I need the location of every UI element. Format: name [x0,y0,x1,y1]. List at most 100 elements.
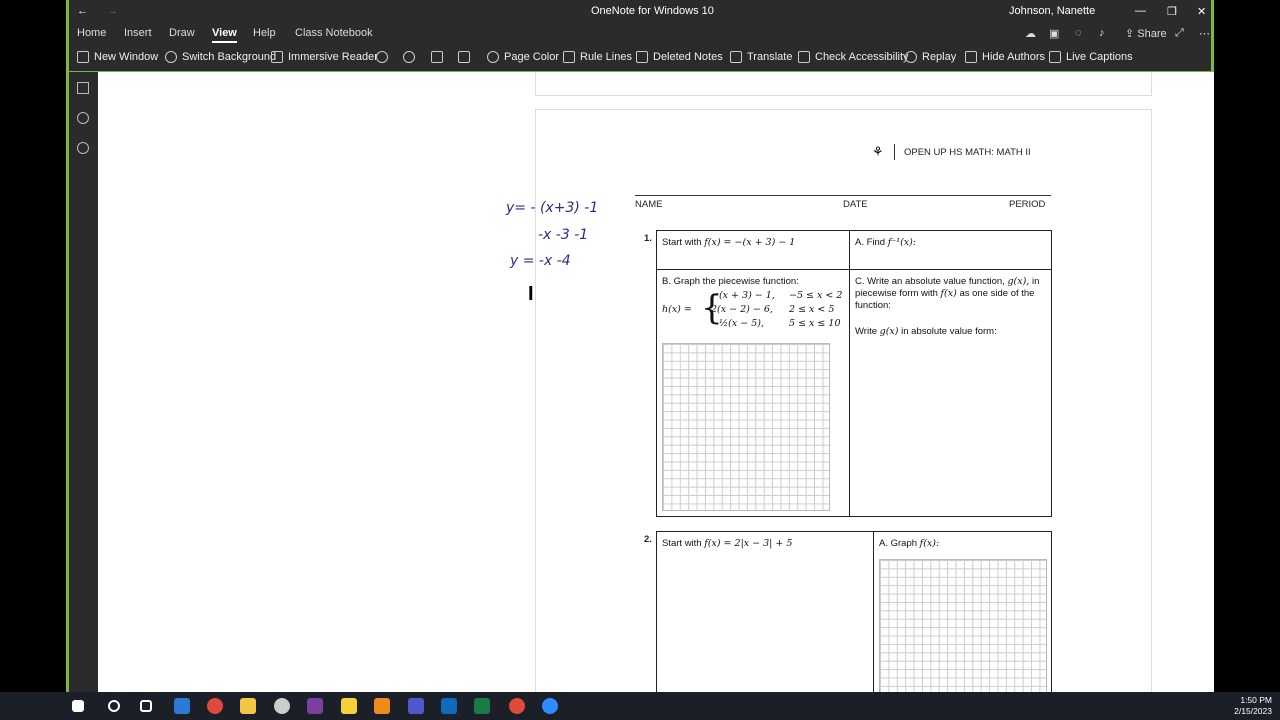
tab-insert[interactable]: Insert [124,27,152,39]
q1-c2-post: in absolute value form: [901,326,997,337]
live-captions-button[interactable]: Live Captions [1049,51,1133,63]
lightbulb-icon[interactable]: ◌ [1075,27,1082,39]
notebook-icon[interactable]: ▣ [1049,27,1059,40]
file-explorer-icon[interactable] [240,698,256,714]
piece-2-expr: 2(x − 2) − 6, [711,304,773,315]
q1-function: f(x) = −(x + 3) − 1 [704,237,796,248]
zoom-out-icon [376,51,388,63]
search-icon[interactable] [108,700,120,712]
tab-help[interactable]: Help [253,27,276,39]
tab-draw[interactable]: Draw [169,27,195,39]
tab-class-notebook[interactable]: Class Notebook [295,27,373,39]
q1-c-cell: C. Write an absolute value function, g(x… [849,269,1052,517]
immersive-reader-icon [271,51,283,63]
view-ribbon: New Window Switch Background Immersive R… [69,44,1211,72]
replay-button[interactable]: Replay [905,51,956,63]
piece-1-cond: −5 ≤ x < 2 [789,290,843,301]
translate-label: Translate [747,51,793,63]
q2-start-text: Start with f(x) = 2|x − 3| + 5 [662,538,792,550]
q1-c-text: C. Write an absolute value function, g(x… [855,276,1047,312]
live-captions-label: Live Captions [1066,51,1133,63]
piecewise-rows: −(x + 3) − 1, −5 ≤ x < 2 2(x − 2) − 6, 2 ≤… [711,290,842,332]
chrome-profile-icon[interactable] [509,698,525,714]
deleted-notes-button[interactable]: Deleted Notes [636,51,723,63]
recent-icon[interactable] [77,142,89,154]
search-icon[interactable] [77,112,89,124]
restore-icon[interactable]: ❐ [1167,5,1177,18]
system-tray-clock[interactable]: 1:50 PM 2/15/2023 [1234,695,1272,717]
zoom-100-button[interactable] [431,51,443,63]
q1-c-mid: piecewise form with [855,287,938,299]
more-icon[interactable]: ⋯ [1199,27,1210,40]
share-button[interactable]: ⇪ Share [1125,27,1167,40]
q1-c-pre: C. Write an absolute value function, [855,276,1005,287]
immersive-reader-button[interactable]: Immersive Reader [271,51,378,63]
navigation-rail [69,72,98,692]
q1-a-math: f⁻¹(x): [887,237,917,248]
teams-icon[interactable] [408,698,424,714]
zoom-in-button[interactable] [403,51,415,63]
page-width-icon [458,51,470,63]
notebooks-icon[interactable] [77,82,89,94]
menu-bar: Home Insert Draw View Help Class Noteboo… [69,22,1211,44]
piece-3-expr: −½(x − 5), [711,318,765,329]
back-arrow-icon[interactable]: ← [77,5,88,17]
question-2-number: 2. [644,534,652,545]
hide-authors-button[interactable]: Hide Authors [965,51,1045,63]
q1-start-text: Start with f(x) = −(x + 3) − 1 [662,237,795,249]
translate-button[interactable]: Translate [730,51,792,63]
excel-icon[interactable] [474,698,490,714]
snipping-tool-icon[interactable] [274,698,290,714]
chrome-icon[interactable] [207,698,223,714]
close-icon[interactable]: ✕ [1197,5,1206,18]
page-canvas[interactable]: y= - (x+3) -1 -x -3 -1 y = -x -4 I ⚘ OPE… [98,72,1214,692]
check-accessibility-button[interactable]: Check Accessibility [798,51,909,63]
question-1-number: 1. [644,233,652,244]
q1-graph-grid [662,343,830,511]
piece-row-1: −(x + 3) − 1, −5 ≤ x < 2 [711,290,842,304]
calculator-icon[interactable] [174,698,190,714]
page-width-button[interactable] [458,51,470,63]
user-name[interactable]: Johnson, Nanette [1009,5,1095,17]
q1-b-cell: B. Graph the piecewise function: h(x) = … [656,269,850,517]
sync-icon[interactable]: ☁ [1025,27,1036,40]
fullscreen-icon[interactable]: ⤢ [1175,27,1184,40]
tab-view[interactable]: View [212,27,237,43]
question-1-box: Start with f(x) = −(x + 3) − 1 A. Find f… [656,230,1052,517]
tab-home[interactable]: Home [77,27,106,39]
windows-taskbar: 1:50 PM 2/15/2023 [0,692,1280,720]
date-label: DATE [843,199,868,210]
share-label: Share [1137,28,1167,40]
outlook-icon[interactable] [441,698,457,714]
minimize-icon[interactable]: — [1135,5,1146,17]
q2-start-cell: Start with f(x) = 2|x − 3| + 5 [656,531,874,692]
switch-background-button[interactable]: Switch Background [165,51,276,63]
start-icon[interactable] [72,700,84,712]
q1-c2-pre: Write [855,326,877,337]
q2-graph-grid [879,559,1047,692]
zoom-icon[interactable] [542,698,558,714]
q2-a-math: f(x): [919,538,940,549]
q1-c2-g: g(x) [879,326,899,337]
q1-b-label: B. Graph the piecewise function: [662,276,799,287]
sticky-notes-icon[interactable] [341,698,357,714]
rule-lines-button[interactable]: Rule Lines [563,51,632,63]
text-cursor-icon: I [528,283,534,305]
moon-icon [165,51,177,63]
onenote-icon[interactable] [307,698,323,714]
zoom-out-button[interactable] [376,51,388,63]
q1-start-cell: Start with f(x) = −(x + 3) − 1 [656,230,850,270]
clock-time: 1:50 PM [1240,695,1272,705]
previous-page-image [535,72,1152,96]
q1-a-text: A. Find f⁻¹(x): [855,237,916,249]
page-color-button[interactable]: Page Color [487,51,559,63]
task-view-icon[interactable] [140,700,152,712]
piece-1-expr: −(x + 3) − 1, [711,290,775,301]
q2-start-label: Start with [662,538,702,549]
new-window-button[interactable]: New Window [77,51,158,63]
vlc-icon[interactable] [374,698,390,714]
bell-icon[interactable]: ♪ [1099,27,1105,39]
q1-b-lhs: h(x) = [662,304,692,315]
rule-lines-icon [563,51,575,63]
q2-a-label: A. Graph [879,538,918,549]
